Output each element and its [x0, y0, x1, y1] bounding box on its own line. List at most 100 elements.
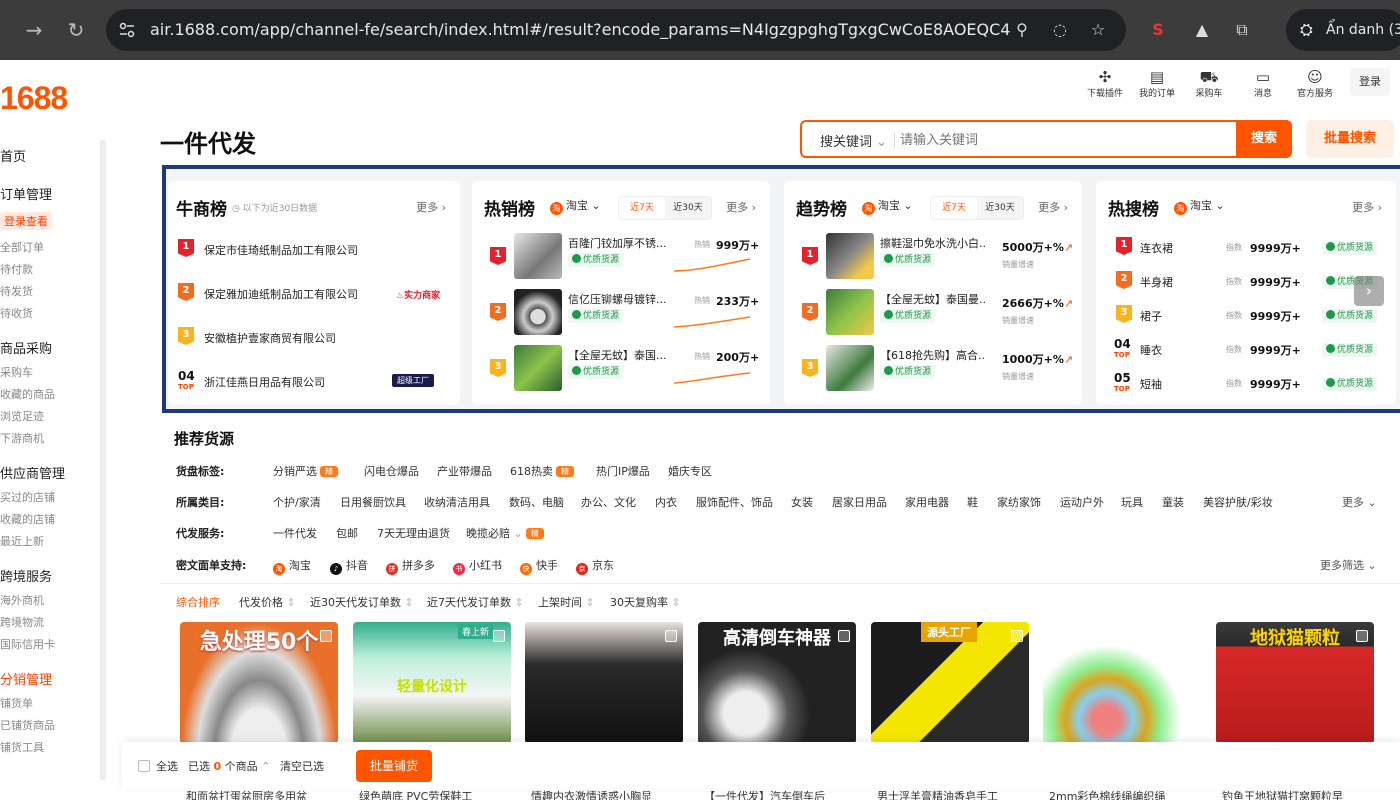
sidebar-group-orders[interactable]: 订单管理 — [0, 184, 52, 203]
select-all-label[interactable]: 全选 — [156, 758, 178, 774]
category-more-button[interactable]: 更多 ⌄ — [1342, 494, 1377, 510]
product-checkbox[interactable] — [320, 630, 332, 642]
sort-7d-orders[interactable]: 近7天代发订单数 ⇕ — [427, 594, 524, 610]
search-button[interactable]: 搜索 — [1236, 120, 1292, 158]
keyword-name[interactable]: 短袖 — [1140, 376, 1162, 392]
hot-platform-select[interactable]: 淘淘宝 ⌄ — [550, 197, 601, 215]
url-text[interactable]: air.1688.com/app/channel-fe/search/index… — [150, 20, 1010, 39]
eye-off-icon[interactable]: ◌ — [1050, 20, 1070, 40]
product-checkbox[interactable] — [1356, 630, 1368, 642]
top-my-orders[interactable]: ▤ 我的订单 — [1132, 68, 1182, 99]
niu-row-name[interactable]: 安徽植护壹家商贸有限公司 — [204, 330, 336, 346]
filter-service[interactable]: 包邮 — [336, 525, 358, 541]
niu-more-link[interactable]: 更多 › — [416, 199, 446, 215]
sidebar-item-new-arrivals[interactable]: 最近上新 — [0, 533, 44, 549]
product-name[interactable]: 百隆门铰加厚不锈... — [568, 235, 666, 251]
product-thumbnail[interactable] — [826, 289, 874, 335]
sidebar-item-all-orders[interactable]: 全部订单 — [0, 239, 44, 255]
filter-category[interactable]: 服饰配件、饰品 — [696, 494, 773, 510]
trend-platform-select[interactable]: 淘淘宝 ⌄ — [862, 197, 913, 215]
sort-30d-orders[interactable]: 近30天代发订单数 ⇕ — [310, 594, 414, 610]
reload-icon[interactable]: ↻ — [62, 16, 90, 44]
product-card[interactable]: 急处理50个 — [180, 622, 338, 744]
search-input[interactable] — [900, 128, 1230, 152]
keyword-name[interactable]: 裙子 — [1140, 308, 1162, 324]
filter-category[interactable]: 日用餐厨饮具 — [340, 494, 406, 510]
sidebar-item-pending-receive[interactable]: 待收货 — [0, 305, 33, 321]
platform-jd[interactable]: 京京东 — [576, 557, 614, 575]
bulk-list-button[interactable]: 批量铺货 — [356, 750, 432, 782]
sort-price[interactable]: 代发价格 ⇕ — [239, 594, 296, 610]
product-card[interactable] — [525, 622, 683, 744]
star-icon[interactable]: ☆ — [1088, 20, 1108, 40]
batch-search-button[interactable]: 批量搜索 — [1306, 120, 1394, 158]
top-messages[interactable]: ▭ 消息 — [1238, 68, 1288, 99]
sort-repurchase[interactable]: 30天复购率 ⇕ — [610, 594, 681, 610]
product-name[interactable]: 【全屋无蚊】泰国... — [568, 347, 666, 363]
niu-row-name[interactable]: 浙江佳燕日用品有限公司 — [204, 374, 325, 390]
forward-icon[interactable]: → — [20, 16, 48, 44]
filter-tag[interactable]: 618热卖精 — [510, 463, 574, 479]
niu-row-name[interactable]: 保定市佳琦纸制品加工有限公司 — [204, 242, 358, 258]
product-name[interactable]: 擦鞋湿巾免水洗小白... — [880, 235, 986, 251]
sort-list-time[interactable]: 上架时间 ⇕ — [538, 594, 595, 610]
clear-selected-link[interactable]: 清空已选 — [280, 758, 324, 774]
product-card[interactable]: 源头工厂 — [871, 622, 1029, 744]
filter-category[interactable]: 玩具 — [1121, 494, 1143, 510]
product-card[interactable]: 艺恒绳网 — [1043, 622, 1201, 744]
product-checkbox[interactable] — [1011, 630, 1023, 642]
filter-tag[interactable]: 产业带爆品 — [437, 463, 492, 479]
selected-count[interactable]: 已选 0 个商品 ⌃ — [188, 758, 270, 774]
platform-taobao[interactable]: 淘淘宝 — [273, 557, 311, 575]
product-checkbox[interactable] — [493, 630, 505, 642]
top-official-service[interactable]: ☺ 官方服务 — [1290, 68, 1340, 99]
keyword-name[interactable]: 睡衣 — [1140, 342, 1162, 358]
platform-xiaohongshu[interactable]: 书小红书 — [453, 557, 502, 575]
search-more-link[interactable]: 更多 › — [1352, 199, 1382, 215]
sidebar-item-logistics[interactable]: 跨境物流 — [0, 614, 44, 630]
sidebar-item-overseas[interactable]: 海外商机 — [0, 592, 44, 608]
period-30d-tab[interactable]: 近30天 — [665, 197, 711, 219]
period-7d-tab[interactable]: 近7天 — [931, 197, 977, 219]
sidebar-item-pending-pay[interactable]: 待付款 — [0, 261, 33, 277]
sidebar-item-fav-shops[interactable]: 收藏的店铺 — [0, 511, 55, 527]
incognito-profile[interactable]: ⛭Ẩn danh (3) — [1286, 9, 1400, 51]
product-name[interactable]: 信亿压铆螺母镀锌... — [568, 291, 666, 307]
logo[interactable]: 1688 — [0, 80, 68, 117]
search-type-select[interactable]: 搜关键词 ⌄ — [820, 131, 887, 150]
product-checkbox[interactable] — [838, 630, 850, 642]
sidebar-item-history[interactable]: 浏览足迹 — [0, 408, 44, 424]
rankings-next-arrow-icon[interactable]: › — [1354, 276, 1384, 306]
filter-category[interactable]: 运动户外 — [1060, 494, 1104, 510]
sidebar-item-credit-card[interactable]: 国际信用卡 — [0, 636, 55, 652]
zoom-icon[interactable]: ⚲ — [1012, 20, 1032, 40]
filter-category[interactable]: 家用电器 — [905, 494, 949, 510]
platform-douyin[interactable]: ♪ 抖音 — [330, 557, 368, 575]
product-card[interactable]: 地狱猫颗粒 — [1216, 622, 1374, 744]
product-card[interactable]: 高清倒车神器 — [698, 622, 856, 744]
sidebar-item-pending-ship[interactable]: 待发货 — [0, 283, 33, 299]
keyword-name[interactable]: 连衣裙 — [1140, 240, 1173, 256]
top-login-button[interactable]: 登录 — [1350, 68, 1390, 96]
product-name[interactable]: 【全屋无蚊】泰国曼... — [880, 291, 986, 307]
sidebar-group-crossborder[interactable]: 跨境服务 — [0, 566, 52, 585]
triangle-extension-icon[interactable]: ▲ — [1190, 18, 1214, 42]
period-7d-tab[interactable]: 近7天 — [619, 197, 665, 219]
top-cart[interactable]: ⛟ 采购车 — [1184, 68, 1234, 99]
sidebar-item-listing-tools[interactable]: 铺货工具 — [0, 739, 44, 755]
hot-more-link[interactable]: 更多 › — [726, 199, 756, 215]
product-thumbnail[interactable] — [826, 345, 874, 391]
filter-category[interactable]: 鞋 — [967, 494, 978, 510]
filter-tag[interactable]: 婚庆专区 — [668, 463, 712, 479]
product-thumbnail[interactable] — [514, 233, 562, 279]
product-thumbnail[interactable] — [514, 289, 562, 335]
filter-category[interactable]: 童装 — [1162, 494, 1184, 510]
more-filters-button[interactable]: 更多筛选 ⌄ — [1320, 557, 1377, 573]
filter-category[interactable]: 办公、文化 — [581, 494, 636, 510]
product-checkbox[interactable] — [665, 630, 677, 642]
platform-pinduoduo[interactable]: 拼拼多多 — [386, 557, 435, 575]
sidebar-item-cart[interactable]: 采购车 — [0, 364, 33, 380]
filter-category[interactable]: 家纺家饰 — [997, 494, 1041, 510]
select-all-checkbox[interactable] — [138, 760, 150, 772]
login-view-button[interactable]: 登录查看 — [0, 212, 52, 230]
